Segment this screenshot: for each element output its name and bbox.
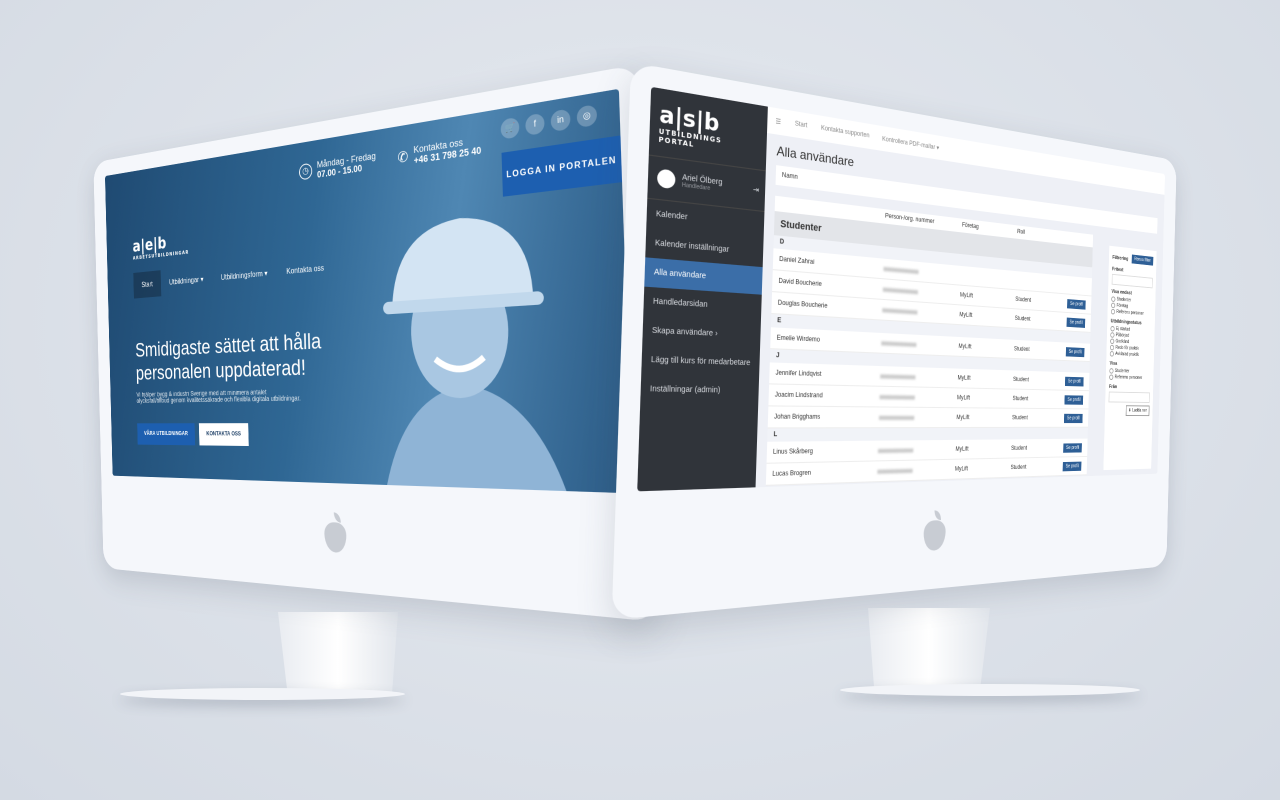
company: MyLift <box>957 395 1013 402</box>
clock-icon: ◷ <box>299 163 312 181</box>
left-monitor-base <box>120 688 405 700</box>
person-number-blurred <box>882 308 959 317</box>
person-number-blurred <box>877 467 955 473</box>
sidebar: a|s|b UTBILDNINGS PORTAL Ariel Ölberg Hand… <box>637 87 768 492</box>
left-monitor-stand <box>278 612 398 694</box>
role: Student <box>1015 315 1067 324</box>
logo[interactable]: a|e|b ARBETSUTBILDNINGAR <box>132 231 189 262</box>
user-name[interactable]: Daniel Zahrai <box>779 256 884 272</box>
from-label: Från <box>1109 384 1150 390</box>
view-profile-button[interactable]: Se profil <box>1063 443 1082 453</box>
company: MyLift <box>959 312 1015 321</box>
col-roll: Roll <box>1017 229 1025 236</box>
left-monitor-face: 🛒 f in ◎ ◷ Måndag - Fredag 07.00 - 15.00 ✆ Kon… <box>93 64 658 622</box>
apple-logo-icon <box>923 519 946 551</box>
users-table: Person-/org. nummer Företag Roll Studenter… <box>766 196 1093 486</box>
clear-filter-button[interactable]: Rensa filter <box>1131 254 1153 265</box>
freetext-input[interactable] <box>1112 274 1153 288</box>
courses-button[interactable]: VÅRA UTBILDNINGAR <box>137 423 195 445</box>
main-nav: Start Utbildningar ▾ Utbildningsform ▾ K… <box>133 253 334 299</box>
role: Student <box>1011 463 1063 470</box>
hero-photo-worker <box>341 162 606 493</box>
hero-headline: Smidigaste sättet att hålla personalen u… <box>135 328 329 385</box>
left-monitor: 🛒 f in ◎ ◷ Måndag - Fredag 07.00 - 15.00 ✆ Kon… <box>10 120 650 590</box>
person-number-blurred <box>883 266 960 277</box>
phone-icon: ✆ <box>397 147 408 166</box>
view-profile-button[interactable]: Se profil <box>1067 317 1086 327</box>
sidebar-item-skapa-anvandare[interactable]: Skapa användare › <box>642 316 761 350</box>
contact-button[interactable]: KONTAKTA OSS <box>199 423 249 446</box>
person-number-blurred <box>879 415 957 419</box>
filter-panel: Filtrering Rensa filter Fritext Visa enda… <box>1103 246 1156 470</box>
view-profile-button[interactable]: Se profil <box>1067 299 1086 310</box>
view-profile-button[interactable]: Se profil <box>1065 376 1084 386</box>
nav-utbildningsform[interactable]: Utbildningsform ▾ <box>212 258 278 292</box>
show-radio[interactable]: Referens personer <box>1109 374 1150 381</box>
company: MyLift <box>955 446 1011 453</box>
table-row: Johan Brigghams MyLift Student Se profil <box>768 406 1089 428</box>
download-button[interactable]: ⬇ Ladda ner <box>1126 405 1150 416</box>
user-name[interactable]: Linus Skårberg <box>773 447 878 455</box>
nav-pdf[interactable]: Kontrollera PDF-mallar ▾ <box>882 135 939 151</box>
person-number-blurred <box>880 395 957 400</box>
website-screen: 🛒 f in ◎ ◷ Måndag - Fredag 07.00 - 15.00 ✆ Kon… <box>105 89 633 494</box>
right-monitor-base <box>840 684 1140 696</box>
role: Student <box>1011 445 1063 451</box>
nav-kontakta[interactable]: Kontakta oss <box>277 253 335 287</box>
user-name[interactable]: Johan Brigghams <box>774 414 879 421</box>
filter-title: Filtrering <box>1112 255 1128 262</box>
right-monitor-face: a|s|b UTBILDNINGS PORTAL Ariel Ölberg Hand… <box>612 62 1177 620</box>
portal-screen: a|s|b UTBILDNINGS PORTAL Ariel Ölberg Hand… <box>637 87 1165 492</box>
avatar-icon <box>657 168 676 189</box>
user-name[interactable]: Jennifer Lindqvist <box>775 370 880 379</box>
hero-paragraph: Vi hjälper bygg & industri Sverige med a… <box>136 389 305 405</box>
logout-icon[interactable]: ⇥ <box>753 185 759 195</box>
role: Student <box>1013 377 1065 384</box>
hero-section: 🛒 f in ◎ ◷ Måndag - Fredag 07.00 - 15.00 ✆ Kon… <box>105 89 633 494</box>
status-radio[interactable]: Avklarad praktik <box>1110 351 1151 358</box>
company: MyLift <box>957 375 1013 382</box>
company <box>961 275 1016 280</box>
nav-start[interactable]: Start <box>133 270 161 298</box>
nav-start[interactable]: Start <box>795 121 808 129</box>
user-name[interactable]: Joacim Lindstrand <box>775 392 880 400</box>
nav-utbildningar[interactable]: Utbildningar ▾ <box>161 265 213 296</box>
company: MyLift <box>960 292 1016 302</box>
role: Student <box>1012 396 1064 402</box>
role <box>1016 280 1068 285</box>
company: MyLift <box>956 415 1012 421</box>
from-input[interactable] <box>1109 392 1150 403</box>
user-name[interactable]: Douglas Boucherie <box>778 300 883 313</box>
view-profile-button[interactable]: Se profil <box>1063 461 1082 471</box>
role: Student <box>1015 296 1067 306</box>
apple-logo-icon <box>324 521 347 553</box>
user-name[interactable]: Lucas Brogren <box>772 468 877 477</box>
person-number-blurred <box>880 374 957 380</box>
sidebar-item-lagg-till-kurs[interactable]: Lägg till kurs för medarbetare <box>641 345 760 377</box>
menu-icon[interactable]: ☰ <box>775 117 781 126</box>
user-name[interactable]: David Boucherie <box>778 278 883 292</box>
right-monitor-stand <box>868 608 990 688</box>
show-label: Visa <box>1110 361 1151 368</box>
company: MyLift <box>955 465 1011 472</box>
person-number-blurred <box>878 447 956 452</box>
view-profile-button[interactable]: Se profil <box>1066 347 1085 357</box>
right-monitor: a|s|b UTBILDNINGS PORTAL Ariel Ölberg Hand… <box>620 118 1260 588</box>
person-number-blurred <box>881 341 958 349</box>
role: Student <box>1014 346 1066 354</box>
user-name[interactable]: Emelie Wirdemo <box>777 335 882 346</box>
view-profile-button[interactable]: Se profil <box>1064 395 1083 404</box>
sidebar-item-installningar[interactable]: Inställningar (admin) <box>640 375 759 406</box>
company: MyLift <box>958 343 1014 351</box>
view-profile-button[interactable]: Se profil <box>1064 413 1083 422</box>
nav-support[interactable]: Kontakta supporten <box>821 125 870 139</box>
role: Student <box>1012 415 1064 421</box>
person-number-blurred <box>883 287 960 297</box>
